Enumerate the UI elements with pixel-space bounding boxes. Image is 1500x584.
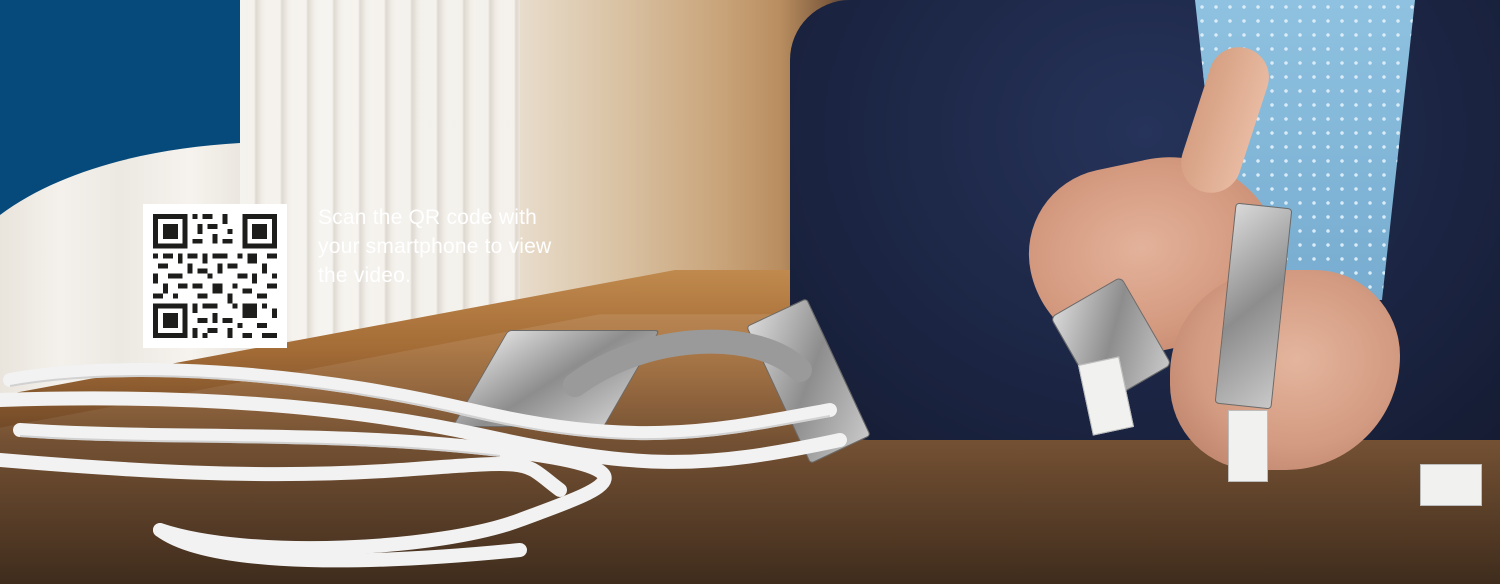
qr-caption-line-2: your smartphone to view xyxy=(318,235,552,258)
terminal-block-held-right xyxy=(1228,410,1268,482)
qr-caption-line-1: Scan the QR code with xyxy=(318,206,537,229)
qr-caption-line-3: the video. xyxy=(318,264,412,287)
brand-corner-shape xyxy=(0,0,240,215)
qr-caption: Scan the QR code with your smartphone to… xyxy=(318,203,618,290)
white-cable-bundle xyxy=(0,329,847,568)
terminal-block-on-table xyxy=(1420,464,1482,506)
hero-image: Scan the QR code with your smartphone to… xyxy=(0,0,1500,584)
qr-code-icon[interactable] xyxy=(143,204,287,348)
